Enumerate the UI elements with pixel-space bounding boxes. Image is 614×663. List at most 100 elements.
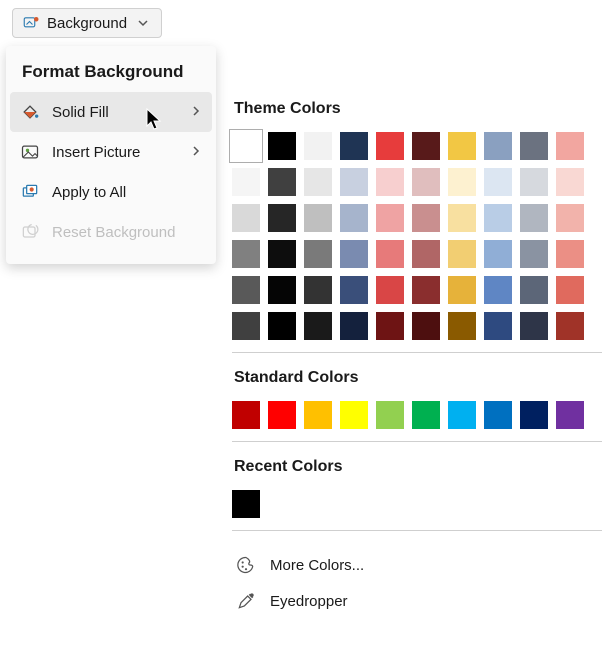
color-swatch[interactable] [268,240,296,268]
background-dropdown-label: Background [47,15,127,32]
color-swatch[interactable] [268,204,296,232]
menu-item-reset-background: Reset Background [6,212,216,252]
color-swatch[interactable] [412,168,440,196]
color-swatch[interactable] [412,276,440,304]
more-colors-label: More Colors... [270,557,364,574]
color-swatch[interactable] [304,132,332,160]
color-swatch[interactable] [556,132,584,160]
color-swatch[interactable] [520,168,548,196]
color-swatch[interactable] [268,168,296,196]
menu-item-insert-picture[interactable]: Insert Picture [6,132,216,172]
color-swatch[interactable] [232,132,260,160]
color-swatch[interactable] [340,132,368,160]
color-swatch[interactable] [268,312,296,340]
reset-icon [20,222,40,242]
color-swatch[interactable] [448,401,476,429]
color-swatch[interactable] [412,401,440,429]
color-swatch[interactable] [448,312,476,340]
color-swatch[interactable] [232,168,260,196]
color-swatch[interactable] [520,312,548,340]
color-swatch[interactable] [340,276,368,304]
divider [232,441,602,442]
color-swatch[interactable] [484,240,512,268]
color-swatch[interactable] [232,312,260,340]
color-swatch[interactable] [556,401,584,429]
color-swatch[interactable] [484,276,512,304]
color-swatch[interactable] [268,401,296,429]
color-swatch[interactable] [448,240,476,268]
color-swatch[interactable] [520,204,548,232]
color-swatch[interactable] [304,204,332,232]
standard-colors-heading: Standard Colors [234,369,602,387]
menu-title: Format Background [6,50,216,92]
color-swatch[interactable] [232,204,260,232]
color-swatch[interactable] [448,168,476,196]
solid-fill-color-panel: Theme Colors Standard Colors Recent Colo… [232,100,602,619]
color-swatch[interactable] [232,276,260,304]
color-swatch[interactable] [340,204,368,232]
theme-colors-heading: Theme Colors [234,100,602,118]
menu-item-apply-to-all[interactable]: Apply to All [6,172,216,212]
color-swatch[interactable] [484,168,512,196]
color-swatch[interactable] [412,240,440,268]
color-swatch[interactable] [520,401,548,429]
color-swatch[interactable] [340,168,368,196]
color-swatch[interactable] [520,132,548,160]
color-swatch[interactable] [376,312,404,340]
eyedropper-icon [236,591,256,611]
more-colors-button[interactable]: More Colors... [232,547,602,583]
palette-icon [236,555,256,575]
color-swatch[interactable] [376,276,404,304]
color-swatch[interactable] [448,276,476,304]
color-swatch[interactable] [448,132,476,160]
standard-colors-row [232,401,602,429]
color-swatch[interactable] [376,240,404,268]
color-swatch[interactable] [412,312,440,340]
color-swatch[interactable] [412,132,440,160]
background-dropdown-button[interactable]: Background [12,8,162,38]
color-swatch[interactable] [304,312,332,340]
menu-item-label: Insert Picture [52,144,140,161]
chevron-right-icon [190,144,202,161]
divider [232,352,602,353]
apply-all-icon [20,182,40,202]
color-swatch[interactable] [340,312,368,340]
color-swatch[interactable] [232,490,260,518]
color-swatch[interactable] [556,276,584,304]
color-swatch[interactable] [556,312,584,340]
color-swatch[interactable] [484,312,512,340]
recent-colors-row [232,490,602,518]
color-swatch[interactable] [376,168,404,196]
color-swatch[interactable] [268,132,296,160]
color-swatch[interactable] [484,204,512,232]
color-swatch[interactable] [376,401,404,429]
eyedropper-label: Eyedropper [270,593,348,610]
color-swatch[interactable] [232,401,260,429]
color-swatch[interactable] [340,401,368,429]
color-swatch[interactable] [340,240,368,268]
color-swatch[interactable] [556,204,584,232]
chevron-right-icon [190,104,202,121]
eyedropper-button[interactable]: Eyedropper [232,583,602,619]
color-swatch[interactable] [376,204,404,232]
color-swatch[interactable] [556,168,584,196]
menu-item-label: Reset Background [52,224,175,241]
color-swatch[interactable] [232,240,260,268]
color-swatch[interactable] [304,401,332,429]
recent-colors-heading: Recent Colors [234,458,602,476]
color-swatch[interactable] [304,168,332,196]
picture-icon [20,142,40,162]
color-swatch[interactable] [268,276,296,304]
color-swatch[interactable] [448,204,476,232]
color-swatch[interactable] [376,132,404,160]
color-swatch[interactable] [556,240,584,268]
color-swatch[interactable] [520,240,548,268]
menu-item-solid-fill[interactable]: Solid Fill [10,92,212,132]
color-swatch[interactable] [412,204,440,232]
color-swatch[interactable] [520,276,548,304]
format-background-menu: Format Background Solid Fill Insert Pict… [6,46,216,264]
color-swatch[interactable] [304,240,332,268]
color-swatch[interactable] [484,401,512,429]
color-swatch[interactable] [484,132,512,160]
color-swatch[interactable] [304,276,332,304]
